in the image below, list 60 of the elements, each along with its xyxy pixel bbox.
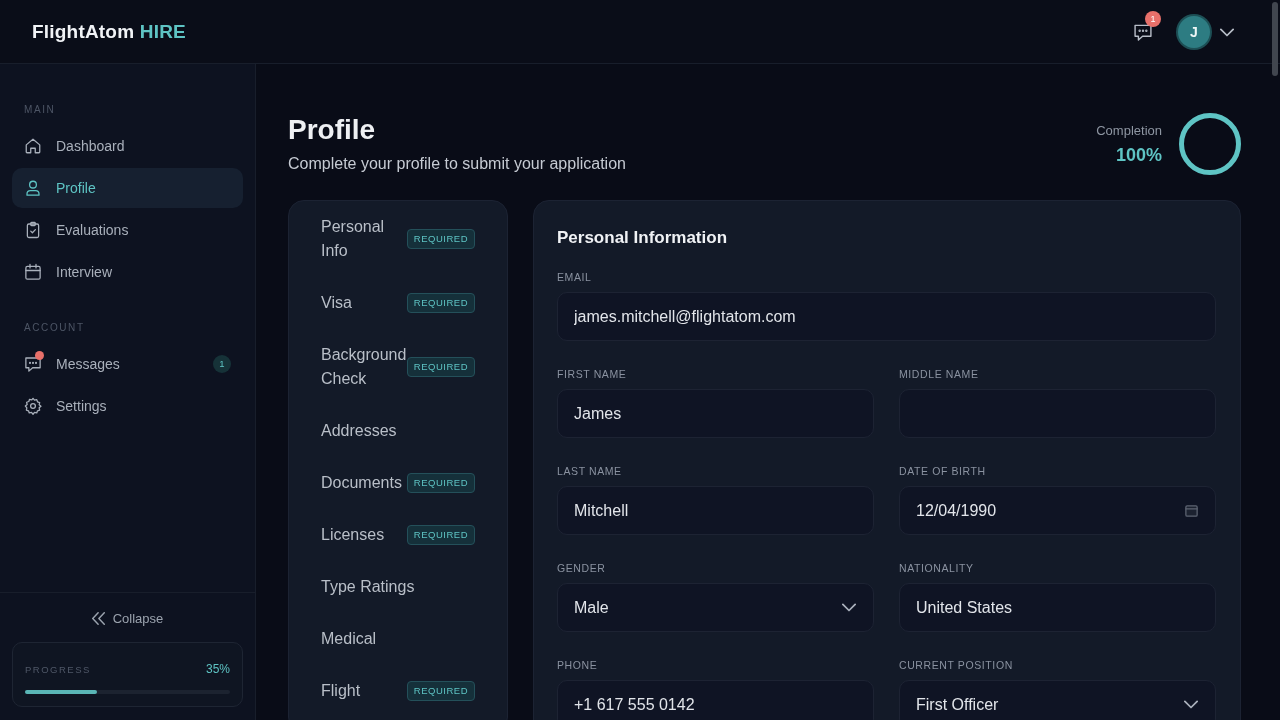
count-badge: 1 (213, 355, 231, 373)
user-icon (24, 179, 42, 197)
section-link[interactable]: Flight (321, 679, 403, 703)
notification-badge: 1 (1145, 10, 1161, 27)
field-label: LAST NAME (557, 465, 623, 477)
field-label: GENDER (557, 562, 607, 574)
chat-bubble-icon (24, 355, 42, 373)
text-field[interactable]: james.mitchell@flightatom.com (557, 292, 1216, 341)
section-link[interactable]: Medical (321, 627, 475, 651)
section-heading: Personal Information (557, 227, 729, 249)
nav-item[interactable]: Evaluations (12, 210, 243, 250)
section-label: ACCOUNT (23, 322, 86, 334)
collapse-button[interactable]: Collapse (87, 606, 168, 630)
nav-item[interactable]: Interview (12, 252, 243, 292)
text-field[interactable]: United States (899, 583, 1216, 632)
nav-item[interactable]: Dashboard (12, 126, 243, 166)
clipboard-check-icon (24, 221, 42, 239)
required-tag: REQUIRED (406, 357, 475, 377)
page-title: Profile (288, 113, 377, 147)
required-tag: REQUIRED (406, 681, 475, 701)
text-field[interactable]: Mitchell (557, 486, 874, 535)
section-link[interactable]: Documents (321, 471, 403, 495)
field-label: EMAIL (557, 271, 593, 283)
section-label: MAIN (23, 104, 57, 116)
dropdown-field[interactable]: First Officer (899, 680, 1216, 720)
field-label: CURRENT POSITION (899, 659, 1014, 671)
settings-icon (24, 397, 42, 415)
home-icon (24, 137, 42, 155)
nav-item[interactable]: Messages 1 (12, 344, 243, 384)
completion-percent: 100% (1114, 144, 1162, 166)
user-avatar[interactable]: J (1178, 15, 1210, 48)
section-link[interactable]: Visa (321, 291, 403, 315)
section-link[interactable]: Addresses (321, 419, 475, 443)
calendar-icon (24, 263, 42, 281)
required-tag: REQUIRED (406, 473, 475, 493)
text-field[interactable]: James (557, 389, 874, 438)
required-tag: REQUIRED (406, 229, 475, 249)
date-field[interactable]: 12/04/1990 (899, 486, 1216, 535)
calendar-icon[interactable] (1184, 503, 1199, 518)
field-label: NATIONALITY (899, 562, 975, 574)
required-tag: REQUIRED (406, 525, 475, 545)
scrollbar-thumb[interactable] (1272, 2, 1278, 76)
page-subtitle: Complete your profile to submit your application (288, 154, 626, 174)
required-tag: REQUIRED (406, 293, 475, 313)
progress-percent: 35% (205, 662, 230, 676)
field-label: PHONE (557, 659, 599, 671)
section-link[interactable]: Personal Info (321, 215, 403, 263)
field-label: FIRST NAME (557, 368, 628, 380)
double-chevron-left-icon (91, 611, 105, 625)
nav-item[interactable]: Settings (12, 386, 243, 426)
app-logo[interactable]: FlightAtom HIRE (32, 19, 186, 44)
nav-item[interactable]: Profile (12, 168, 243, 208)
text-field[interactable]: +1 617 555 0142 (557, 680, 874, 720)
field-label: MIDDLE NAME (899, 368, 980, 380)
dropdown-field[interactable]: Male (557, 583, 874, 632)
field-label: DATE OF BIRTH (899, 465, 987, 477)
completion-label: Completion (1096, 122, 1162, 140)
progress-label: PROGRESS (25, 663, 91, 675)
section-link[interactable]: Type Ratings (321, 575, 475, 599)
section-link[interactable]: Licenses (321, 523, 403, 547)
